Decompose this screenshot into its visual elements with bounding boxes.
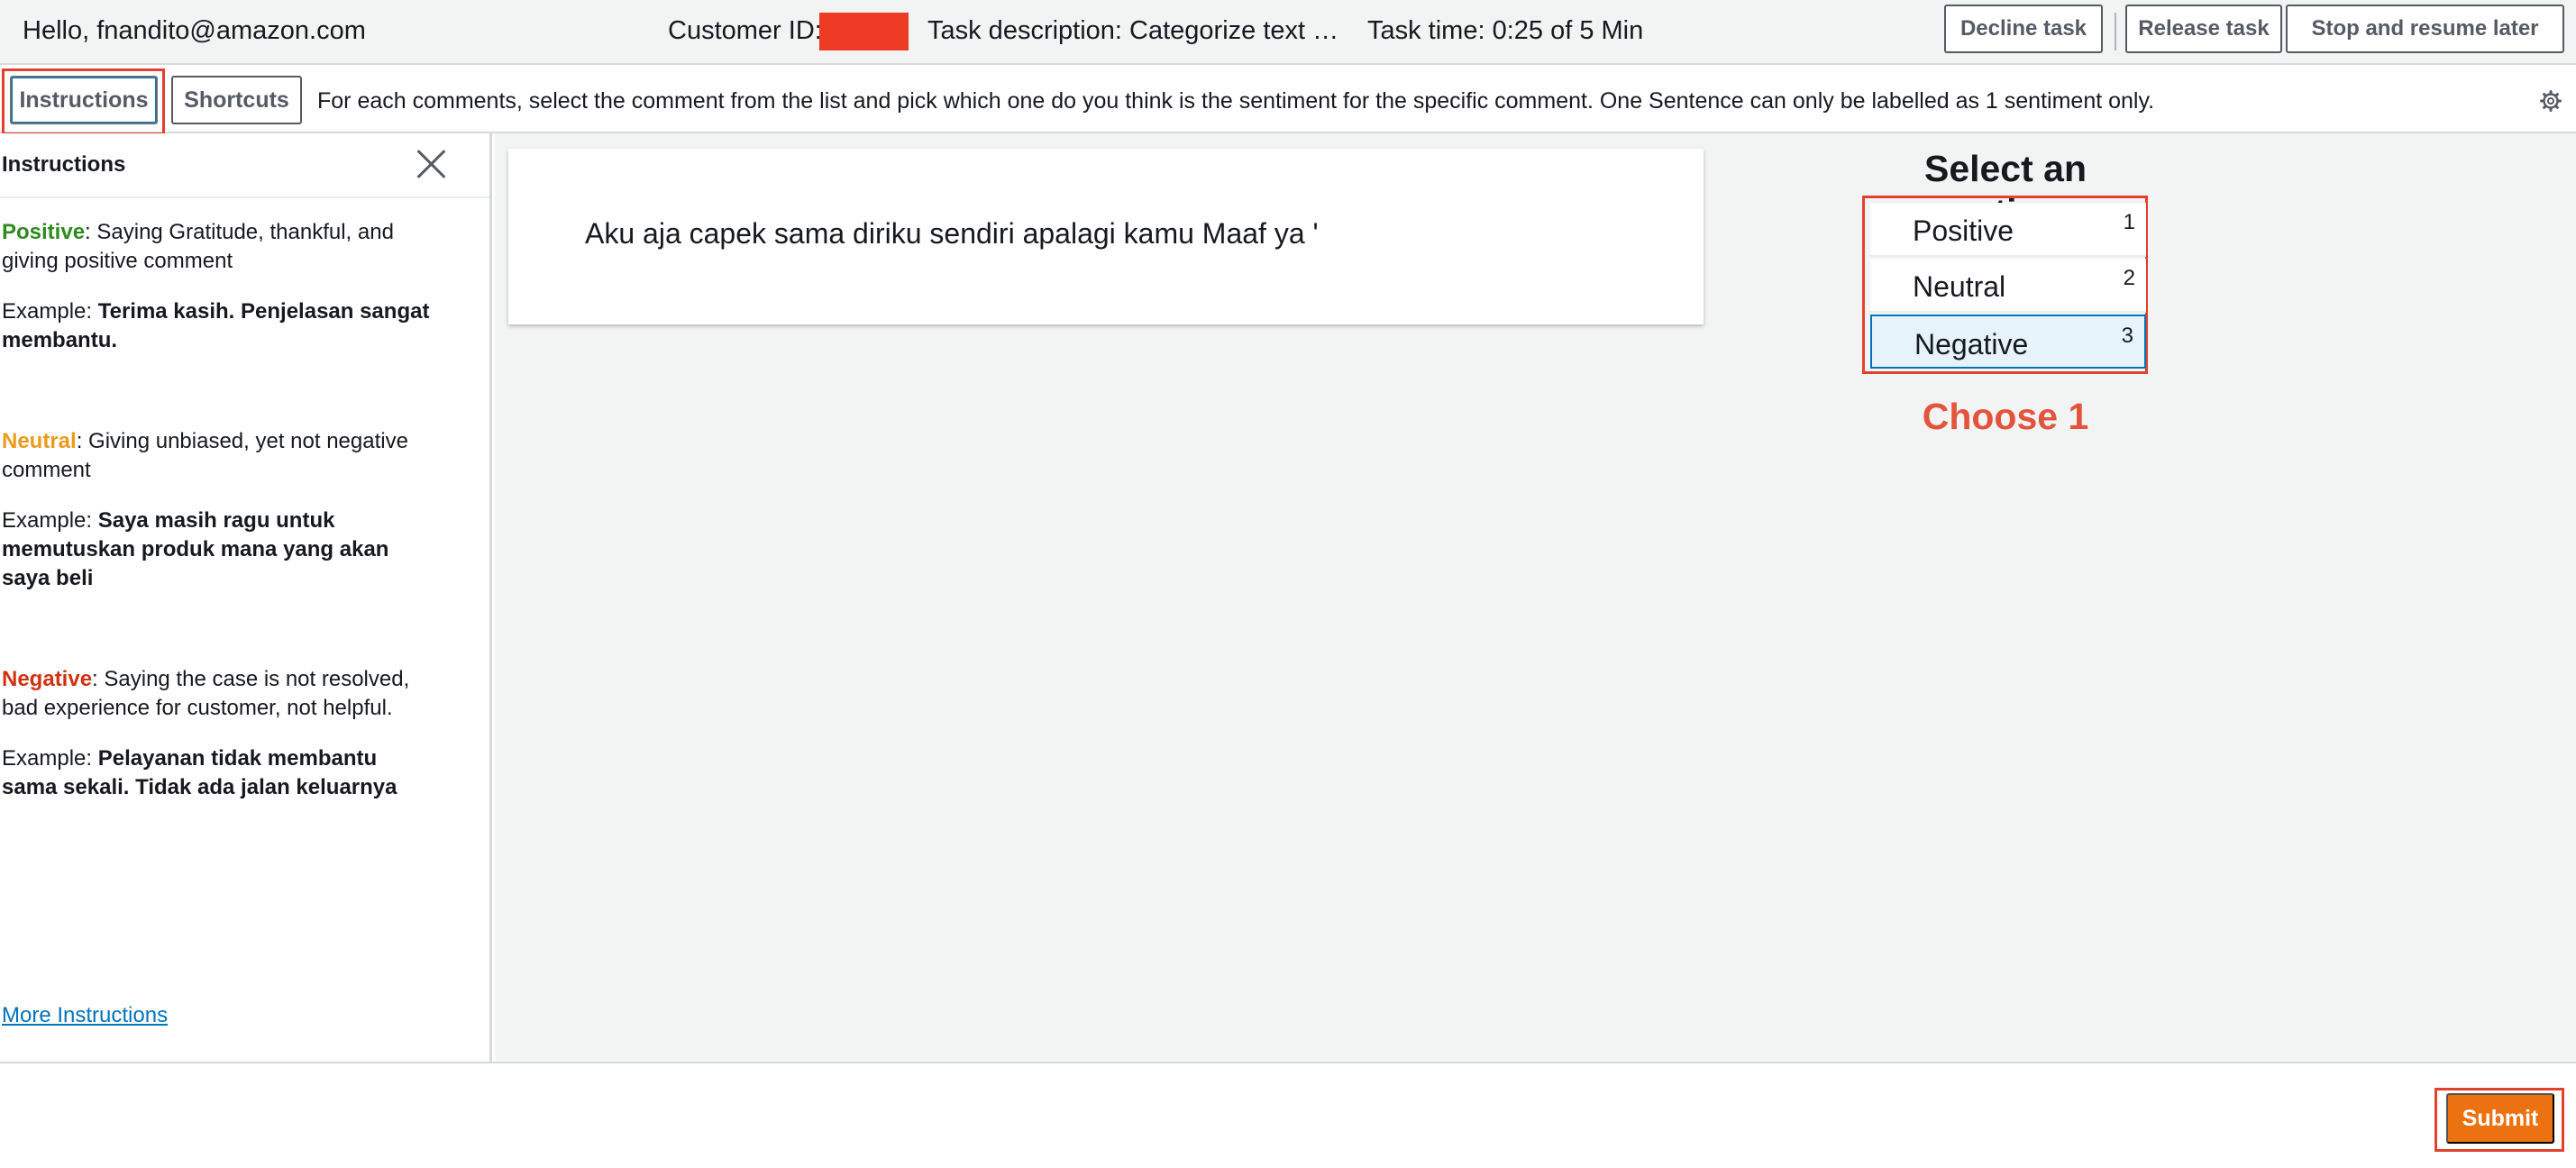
submit-button[interactable]: Submit xyxy=(2446,1093,2554,1144)
customer-id-redaction xyxy=(819,13,909,50)
instructions-tab-highlight xyxy=(2,68,165,135)
comment-text: Aku aja capek sama diriku sendiri apalag… xyxy=(585,217,1319,250)
task-description: Task description: Categorize text … xyxy=(927,16,1339,45)
neutral-example: Example: Saya masih ragu untuk memutuska… xyxy=(2,506,407,593)
option-label: Neutral xyxy=(1913,270,2006,303)
instructions-panel-header: Instructions xyxy=(0,133,489,198)
negative-example: Example: Pelayanan tidak membantu sama s… xyxy=(2,744,416,802)
instruction-toolbar: Instructions Shortcuts For each comments… xyxy=(0,67,2576,133)
release-task-button[interactable]: Release task xyxy=(2125,5,2282,53)
instructions-panel: Instructions Positive: Saying Gratitude,… xyxy=(0,133,492,1062)
neutral-definition: Neutral: Giving unbiased, yet not negati… xyxy=(2,427,434,485)
header-divider xyxy=(2115,13,2116,50)
positive-definition: Positive: Saying Gratitude, thankful, an… xyxy=(2,218,434,276)
sentiment-options: Positive 1 Neutral 2 Negative 3 xyxy=(1862,196,2148,374)
more-instructions-link[interactable]: More Instructions xyxy=(2,1003,168,1028)
option-shortcut: 1 xyxy=(2123,210,2135,234)
instructions-panel-title: Instructions xyxy=(2,152,126,177)
positive-label: Positive xyxy=(2,220,86,244)
option-negative[interactable]: Negative 3 xyxy=(1870,315,2146,369)
greeting-text: Hello, fnandito@amazon.com xyxy=(23,16,366,45)
close-icon[interactable] xyxy=(416,149,446,179)
customer-id-label: Customer ID: xyxy=(668,16,822,45)
positive-example: Example: Terima kasih. Penjelasan sangat… xyxy=(2,297,434,355)
negative-label: Negative xyxy=(2,667,93,691)
task-timer: Task time: 0:25 of 5 Min xyxy=(1367,16,1644,45)
option-shortcut: 3 xyxy=(2121,324,2133,348)
stop-and-resume-button[interactable]: Stop and resume later xyxy=(2286,5,2564,53)
example-label: Example: xyxy=(2,746,98,771)
option-positive[interactable]: Positive 1 xyxy=(1870,203,2146,257)
option-shortcut: 2 xyxy=(2123,266,2135,290)
negative-definition: Negative: Saying the case is not resolve… xyxy=(2,665,425,723)
gear-icon[interactable] xyxy=(2540,90,2562,112)
top-header: Hello, fnandito@amazon.com Customer ID: … xyxy=(0,0,2576,65)
option-neutral[interactable]: Neutral 2 xyxy=(1870,259,2146,313)
option-label: Negative xyxy=(1914,328,2029,360)
example-label: Example: xyxy=(2,508,98,533)
short-instruction-text: For each comments, select the comment fr… xyxy=(317,88,2155,114)
tab-shortcuts[interactable]: Shortcuts xyxy=(171,76,302,124)
footer-bar xyxy=(0,1062,2576,1168)
option-label: Positive xyxy=(1913,214,2014,247)
decline-task-button[interactable]: Decline task xyxy=(1944,5,2103,53)
comment-card: Aku aja capek sama diriku sendiri apalag… xyxy=(508,149,1704,324)
neutral-label: Neutral xyxy=(2,429,77,453)
choose-count-note: Choose 1 xyxy=(1922,396,2089,437)
example-label: Example: xyxy=(2,299,98,324)
